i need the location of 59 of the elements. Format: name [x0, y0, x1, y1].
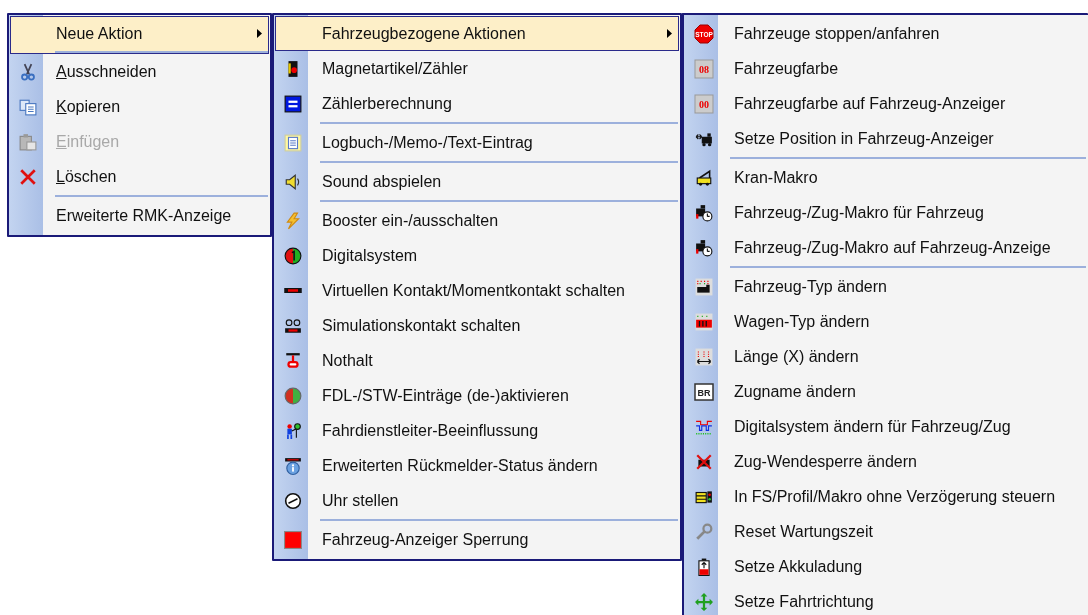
digit-circle-icon	[284, 246, 302, 265]
locomotive-clock-icon	[695, 203, 713, 222]
menu-item[interactable]: Fahrzeug-Anzeiger Sperrung	[275, 522, 679, 557]
locomotive-icon	[695, 277, 713, 296]
number-display-icon: 00	[694, 93, 714, 114]
delete-icon	[19, 167, 37, 186]
menu-item[interactable]: Wagen-Typ ändern	[685, 304, 1087, 339]
clock-icon	[284, 491, 302, 510]
copy-icon	[19, 97, 37, 116]
menu-item[interactable]: Fahrzeug-/Zug-Makro für Fahrzeug	[685, 195, 1087, 230]
lightning-icon	[284, 211, 302, 230]
crossed-locomotive-icon	[695, 452, 713, 471]
glasses-contact-icon	[284, 316, 302, 335]
menu-item[interactable]: Magnetartikel/Zähler	[275, 51, 679, 86]
menu-item[interactable]: Reset Wartungszeit	[685, 514, 1087, 549]
battery-icon	[695, 557, 713, 576]
info-icon	[284, 456, 302, 475]
menu-item[interactable]: Kopieren	[10, 89, 269, 124]
menu-item[interactable]: Fahrdienstleiter-Beeinflussung	[275, 413, 679, 448]
person-signal-icon	[284, 421, 302, 440]
menu-item[interactable]: Virtuellen Kontakt/Momentkontakt schalten	[275, 273, 679, 308]
menu-item[interactable]: Ausschneiden	[10, 54, 269, 89]
crane-icon	[695, 168, 713, 187]
menu-item[interactable]: Erweiterte RMK-Anzeige	[10, 198, 269, 233]
menu-item[interactable]: Neue Aktion	[10, 16, 269, 54]
menu-item[interactable]: FDL-/STW-Einträge (de-)aktivieren	[275, 378, 679, 413]
speaker-icon	[284, 172, 302, 191]
menu-item[interactable]: Simulationskontakt schalten	[275, 308, 679, 343]
menu-item[interactable]: Setze Akkuladung	[685, 549, 1087, 584]
menu-item[interactable]: Zug-Wendesperre ändern	[685, 444, 1087, 479]
status-ball-icon	[284, 386, 302, 405]
clipboard-icon	[19, 132, 37, 151]
submenu-arrow-icon	[257, 29, 262, 38]
menu-item[interactable]: Länge (X) ändern	[685, 339, 1087, 374]
menu-item[interactable]: BR Zugname ändern	[685, 374, 1087, 409]
move-arrows-icon	[695, 592, 713, 611]
menu-item[interactable]: 08 Fahrzeugfarbe	[685, 51, 1087, 86]
submenu-arrow-icon	[667, 29, 672, 38]
menu-item[interactable]: Fahrzeug-Typ ändern	[685, 269, 1087, 304]
wagon-icon	[695, 312, 713, 331]
text-badge-icon: BR	[694, 381, 714, 402]
length-arrows-icon	[695, 347, 713, 366]
menu-item[interactable]: Erweiterten Rückmelder-Status ändern	[275, 448, 679, 483]
number-display-icon: 08	[694, 58, 714, 79]
menu-item[interactable]: Booster ein-/ausschalten	[275, 203, 679, 238]
menu-item[interactable]: Digitalsystem	[275, 238, 679, 273]
menu-item[interactable]: 00 Fahrzeugfarbe auf Fahrzeug-Anzeiger	[685, 86, 1087, 121]
menu-item[interactable]: Digitalsystem ändern für Fahrzeug/Zug	[685, 409, 1087, 444]
menu-item[interactable]: Setze Fahrtrichtung	[685, 584, 1087, 615]
menu-item[interactable]: Nothalt	[275, 343, 679, 378]
menu-item[interactable]: Kran-Makro	[685, 160, 1087, 195]
locomotive-clock-icon	[695, 238, 713, 257]
menu-item[interactable]: In FS/Profil/Makro ohne Verzögerung steuern	[685, 479, 1087, 514]
equals-icon	[284, 94, 302, 113]
emergency-stop-icon	[284, 351, 302, 370]
menu-item[interactable]: Fahrzeugbezogene Aktionen	[275, 16, 679, 51]
contact-bar-icon	[284, 288, 302, 293]
scissors-icon	[19, 62, 37, 81]
note-icon	[284, 133, 302, 152]
